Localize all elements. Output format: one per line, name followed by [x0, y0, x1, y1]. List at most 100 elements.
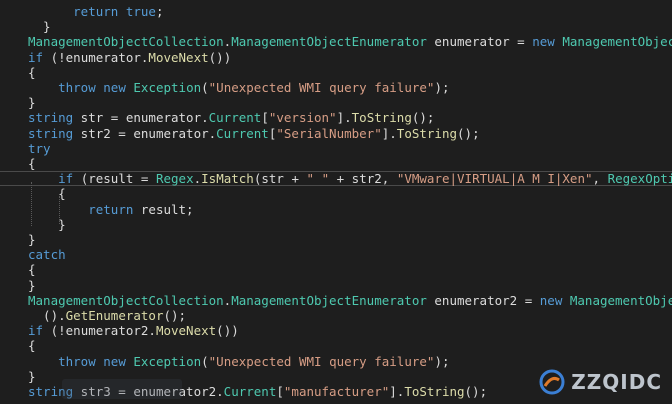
- code-line[interactable]: }: [0, 232, 672, 247]
- code-line[interactable]: }: [0, 217, 672, 232]
- indent-guide: [31, 182, 32, 226]
- code-line[interactable]: {: [0, 186, 672, 201]
- code-token: (str +: [253, 171, 307, 187]
- code-line[interactable]: {: [0, 338, 672, 353]
- code-token: string: [28, 110, 74, 126]
- code-token: (: [201, 80, 209, 95]
- code-token: RegexOptions: [607, 171, 672, 187]
- code-line[interactable]: try: [0, 141, 672, 156]
- code-line[interactable]: catch: [0, 247, 672, 262]
- code-token: [: [276, 384, 284, 399]
- code-line[interactable]: return true;: [0, 4, 672, 19]
- code-token: result;: [133, 201, 194, 217]
- code-token: throw: [58, 80, 96, 95]
- code-line[interactable]: if (result = Regex.IsMatch(str + " " + s…: [0, 171, 672, 187]
- code-token: );: [434, 353, 450, 369]
- code-token: {: [28, 338, 36, 354]
- code-line[interactable]: throw new Exception("Unexpected WMI quer…: [0, 80, 672, 95]
- code-token: str2 = enumerator.: [73, 125, 217, 141]
- code-token: try: [28, 140, 51, 156]
- code-token: ManagementObjectCollection: [28, 34, 224, 50]
- code-token: (!enumerator.: [43, 49, 149, 65]
- code-line[interactable]: {: [0, 65, 672, 80]
- code-token: Current: [216, 125, 269, 141]
- code-line[interactable]: throw new Exception("Unexpected WMI quer…: [0, 354, 672, 369]
- code-token: }: [28, 19, 51, 35]
- code-token: ();: [464, 384, 488, 399]
- code-token: ManagementObjectEnumerator: [231, 34, 427, 50]
- code-token: ToString: [404, 384, 465, 399]
- code-token: Exception: [133, 80, 202, 95]
- code-token: "version": [268, 110, 337, 126]
- code-token: (!enumerator2.: [43, 323, 156, 339]
- code-token: true: [125, 4, 156, 19]
- code-token: if: [58, 171, 74, 187]
- code-token: ;: [155, 4, 164, 19]
- code-token: ManagementObjectCollection: [28, 292, 224, 308]
- code-token: if: [28, 323, 44, 339]
- code-token: ManagementObjectSearcher: [562, 34, 672, 50]
- code-token: ()): [216, 323, 239, 339]
- watermark: ZZQIDC: [539, 369, 662, 395]
- code-token: ToString: [351, 110, 412, 126]
- code-token: if: [28, 49, 44, 65]
- code-token: ManagementObjectSearcher: [569, 292, 672, 308]
- code-token: MoveNext: [148, 49, 209, 65]
- code-token: Current: [223, 384, 277, 399]
- indent-guide: [59, 196, 60, 224]
- code-token: " ": [306, 171, 330, 187]
- code-line[interactable]: if (!enumerator.MoveNext()): [0, 50, 672, 65]
- code-token: new: [103, 353, 126, 369]
- code-token: "SerialNumber": [276, 125, 382, 141]
- code-token: ().: [28, 308, 66, 323]
- watermark-blur: [62, 375, 182, 401]
- code-token: ].: [381, 125, 397, 141]
- code-line[interactable]: }: [0, 95, 672, 110]
- code-token: IsMatch: [201, 171, 254, 187]
- code-line[interactable]: if (!enumerator2.MoveNext()): [0, 323, 672, 338]
- code-token: "manufacturer": [283, 384, 390, 399]
- code-token: (result =: [73, 171, 156, 187]
- code-token: Regex: [155, 171, 194, 187]
- code-line[interactable]: ManagementObjectCollection.ManagementObj…: [0, 34, 672, 49]
- code-token: return: [88, 201, 134, 217]
- code-token: enumerator =: [426, 34, 533, 50]
- code-token: .: [193, 171, 202, 187]
- code-token: new: [103, 80, 126, 95]
- code-line[interactable]: {: [0, 156, 672, 171]
- code-token: ()): [208, 49, 232, 65]
- code-line[interactable]: string str2 = enumerator.Current["Serial…: [0, 126, 672, 141]
- code-token: return: [73, 4, 119, 19]
- code-line[interactable]: return result;: [0, 202, 672, 217]
- code-line[interactable]: string str = enumerator.Current["version…: [0, 110, 672, 125]
- code-line[interactable]: ().GetEnumerator();: [0, 308, 672, 323]
- code-token: throw: [58, 353, 96, 369]
- code-line[interactable]: }: [0, 278, 672, 293]
- code-line[interactable]: }: [0, 19, 672, 34]
- code-token: str = enumerator.: [73, 110, 209, 126]
- code-token: ();: [411, 110, 435, 126]
- code-token: Exception: [133, 353, 202, 369]
- code-line[interactable]: {: [0, 262, 672, 277]
- code-token: (: [201, 353, 209, 369]
- code-token: catch: [28, 247, 66, 263]
- code-token: }: [28, 368, 36, 384]
- code-line[interactable]: ManagementObjectCollection.ManagementObj…: [0, 293, 672, 308]
- code-token: string: [28, 125, 74, 141]
- code-token: ();: [163, 308, 187, 323]
- code-token: ].: [389, 384, 405, 399]
- code-token: [: [261, 110, 269, 126]
- code-token: );: [434, 80, 450, 95]
- code-token: GetEnumerator: [65, 308, 164, 323]
- code-token: ToString: [396, 125, 458, 141]
- code-token: }: [28, 95, 36, 111]
- code-editor[interactable]: return true; } ManagementObjectCollection…: [0, 0, 672, 401]
- code-token: new: [532, 34, 555, 50]
- code-token: "VMware|VIRTUAL|A M I|Xen": [396, 171, 593, 187]
